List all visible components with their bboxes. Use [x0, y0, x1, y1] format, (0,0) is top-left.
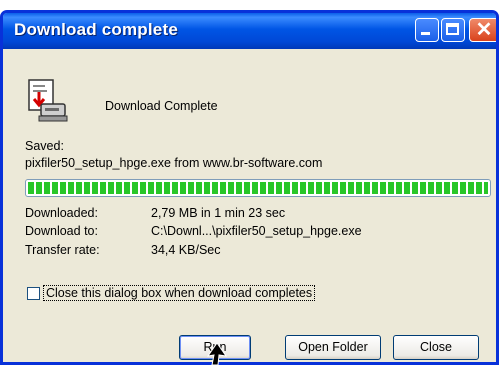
close-when-complete-checkbox[interactable] [27, 287, 40, 300]
screen: { "window": { "title": "Download complet… [0, 0, 499, 365]
download-progress-bar [25, 179, 491, 197]
window-title: Download complete [14, 20, 178, 39]
close-button[interactable]: Close [393, 335, 479, 360]
maximize-icon [446, 23, 459, 35]
transfer-rate-label: Transfer rate: [25, 243, 100, 257]
download-to-value: C:\Downl...\pixfiler50_setup_hpge.exe [151, 224, 362, 238]
close-when-complete-label[interactable]: Close this dialog box when download comp… [43, 285, 316, 301]
minimize-button[interactable] [415, 18, 439, 42]
mouse-pointer-icon [206, 342, 228, 365]
saved-value: pixfiler50_setup_hpge.exe from www.br-so… [25, 156, 323, 170]
close-icon: ✕ [475, 19, 493, 41]
open-folder-button[interactable]: Open Folder [285, 335, 381, 360]
title-bar[interactable]: Download complete ✕ [3, 13, 496, 49]
progress-fill [28, 182, 488, 194]
download-complete-dialog: Download complete ✕ Download Complete Sa… [0, 10, 499, 365]
downloaded-value: 2,79 MB in 1 min 23 sec [151, 206, 286, 220]
close-window-button[interactable]: ✕ [469, 18, 496, 42]
saved-label: Saved: [25, 139, 64, 153]
transfer-rate-value: 34,4 KB/Sec [151, 243, 221, 257]
download-to-label: Download to: [25, 224, 98, 238]
download-document-icon [28, 79, 68, 122]
heading-text: Download Complete [105, 99, 218, 113]
downloaded-label: Downloaded: [25, 206, 98, 220]
minimize-icon [421, 32, 430, 35]
maximize-button[interactable] [441, 18, 465, 42]
